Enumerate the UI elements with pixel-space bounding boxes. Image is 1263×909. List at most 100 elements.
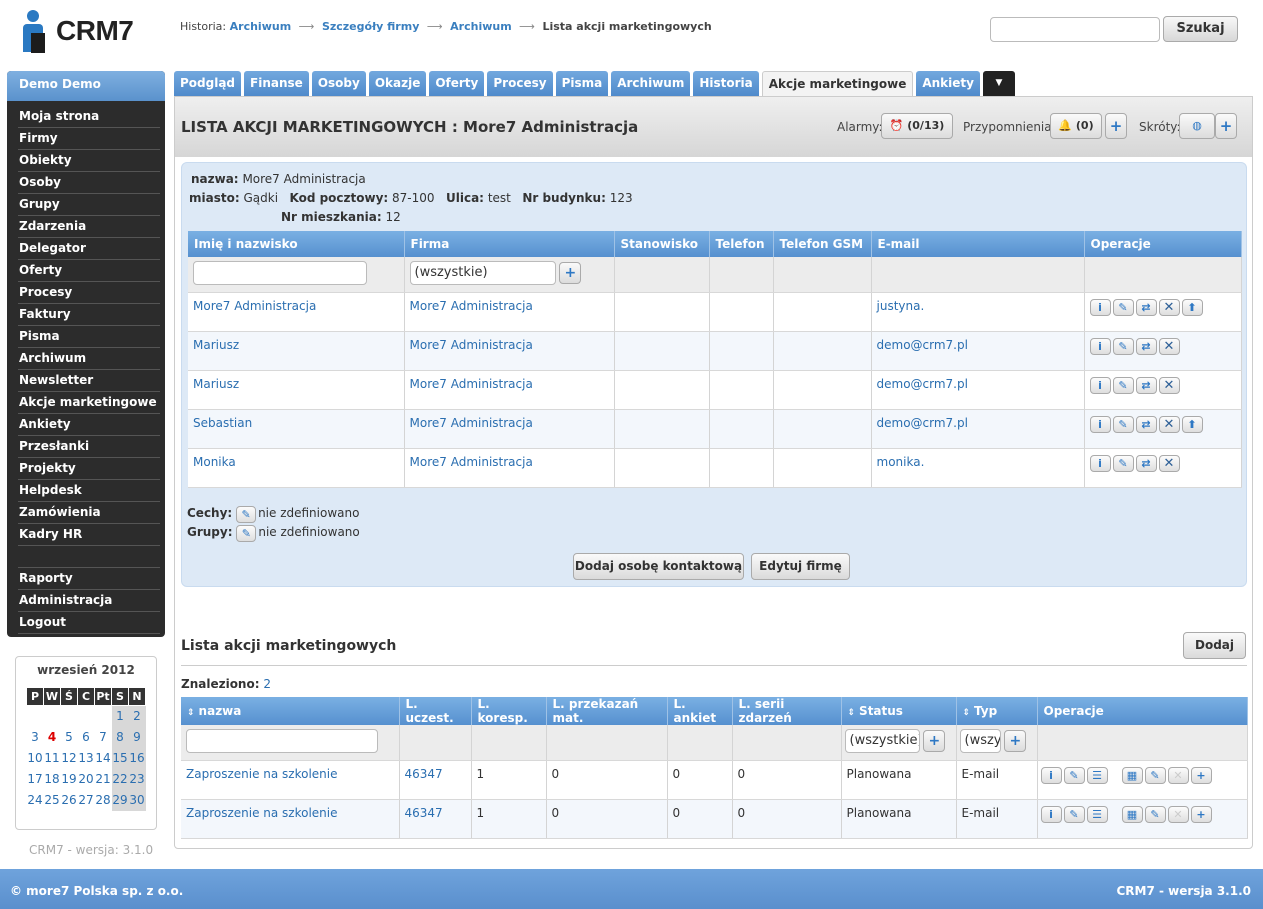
participants-link[interactable]: 46347 <box>405 767 443 781</box>
edit-groups-icon[interactable]: ✎ <box>236 525 257 542</box>
edit-icon[interactable]: ✎ <box>1112 415 1134 433</box>
sidebar-item[interactable]: Przesłanki <box>18 436 160 458</box>
column-header[interactable]: ⇕ Status <box>841 697 957 725</box>
calendar-day[interactable]: 28 <box>95 790 112 811</box>
calendar-day[interactable]: 17 <box>27 769 44 790</box>
sort-icon[interactable]: ⇕ <box>963 708 971 718</box>
sidebar-item[interactable]: Moja strona <box>18 106 160 128</box>
action-name-link[interactable]: Zaproszenie na szkolenie <box>186 806 338 820</box>
contact-email-link[interactable]: monika. <box>877 455 925 469</box>
edit-icon[interactable]: ✎ <box>1112 337 1134 355</box>
assign-user-icon[interactable]: ⬆ <box>1181 298 1203 316</box>
tab[interactable]: Akcje marketingowe <box>761 71 914 96</box>
sidebar-item[interactable]: Akcje marketingowe <box>18 392 160 414</box>
add-action-button[interactable]: Dodaj <box>1183 632 1246 659</box>
delete-icon[interactable]: ✕ <box>1158 454 1180 472</box>
calendar-day[interactable]: 25 <box>44 790 61 811</box>
sidebar-item[interactable]: Projekty <box>18 458 160 480</box>
contact-name-link[interactable]: More7 Administracja <box>193 299 316 313</box>
calendar-day[interactable]: 8 <box>111 726 129 748</box>
tab[interactable]: Finanse <box>244 71 309 96</box>
type-filter-select[interactable]: (wszy <box>959 729 1001 753</box>
column-header[interactable]: Operacje <box>1084 231 1242 257</box>
tab[interactable]: Archiwum <box>611 71 691 96</box>
calendar-day[interactable]: 22 <box>111 768 129 790</box>
sidebar-item[interactable]: Newsletter <box>18 370 160 392</box>
calendar-day[interactable]: 10 <box>27 748 44 769</box>
contact-company-link[interactable]: More7 Administracja <box>410 416 533 430</box>
list-icon[interactable]: ☰ <box>1086 766 1108 784</box>
edit-icon[interactable]: ✎ <box>1112 298 1134 316</box>
add-reminder-button[interactable]: + <box>1105 113 1127 139</box>
delete-icon[interactable]: ✕ <box>1158 376 1180 394</box>
add-type-filter-button[interactable]: + <box>1004 730 1027 752</box>
sidebar-item[interactable]: Delegator <box>18 238 160 260</box>
tab[interactable]: ▼ <box>982 71 1015 96</box>
contact-company-link[interactable]: More7 Administracja <box>410 299 533 313</box>
sidebar-item[interactable]: Raporty <box>18 568 160 590</box>
delete-icon[interactable]: ✕ <box>1158 298 1180 316</box>
column-header[interactable]: E-mail <box>871 231 1085 257</box>
list-icon[interactable]: ☰ <box>1086 805 1108 823</box>
edit-company-button[interactable]: Edytuj firmę <box>751 553 850 580</box>
column-header[interactable]: L. serii zdarzeń <box>732 697 842 725</box>
calendar-day[interactable]: 27 <box>78 790 95 811</box>
edit-icon[interactable]: ✎ <box>1112 376 1134 394</box>
delete-icon[interactable]: ✕ <box>1158 337 1180 355</box>
calendar-day[interactable]: 2 <box>128 705 146 727</box>
add-contact-button[interactable]: Dodaj osobę kontaktową <box>573 553 744 580</box>
edit-features-icon[interactable]: ✎ <box>236 506 257 523</box>
tab[interactable]: Ankiety <box>916 71 980 96</box>
calendar-day[interactable]: 18 <box>44 769 61 790</box>
sort-icon[interactable]: ⇕ <box>187 708 195 718</box>
column-header[interactable]: L. przekazań mat. <box>546 697 668 725</box>
name-filter-input[interactable] <box>193 261 367 285</box>
breadcrumb-link[interactable]: Archiwum <box>450 20 512 33</box>
sidebar-item[interactable]: Zdarzenia <box>18 216 160 238</box>
contact-email-link[interactable]: demo@crm7.pl <box>877 338 968 352</box>
participants-link[interactable]: 46347 <box>405 806 443 820</box>
column-header[interactable]: L. koresp. <box>471 697 547 725</box>
calendar-day[interactable]: 11 <box>44 748 61 769</box>
sidebar-item[interactable]: Logout <box>18 612 160 634</box>
info-icon[interactable]: i <box>1040 805 1062 823</box>
calendar-day[interactable]: 30 <box>128 789 146 811</box>
sort-icon[interactable]: ⇕ <box>848 708 856 718</box>
add-status-filter-button[interactable]: + <box>923 730 946 752</box>
edit-icon[interactable]: ✎ <box>1144 805 1166 823</box>
sidebar-item[interactable]: Pisma <box>18 326 160 348</box>
tab[interactable]: Osoby <box>311 71 366 96</box>
sidebar-item[interactable]: Procesy <box>18 282 160 304</box>
contact-company-link[interactable]: More7 Administracja <box>410 377 533 391</box>
tab[interactable]: Procesy <box>487 71 553 96</box>
calendar-day[interactable]: 12 <box>61 748 78 769</box>
reminders-button[interactable]: 🔔 (0) <box>1050 113 1102 139</box>
calendar-day[interactable]: 3 <box>27 727 44 748</box>
sidebar-user[interactable]: Demo Demo <box>7 71 165 101</box>
statistics-icon[interactable]: ▦ <box>1121 766 1143 784</box>
tab[interactable]: Pisma <box>555 71 609 96</box>
contact-company-link[interactable]: More7 Administracja <box>410 338 533 352</box>
sidebar-item[interactable]: Ankiety <box>18 414 160 436</box>
calendar-day[interactable]: 4 <box>44 727 61 748</box>
contact-company-link[interactable]: More7 Administracja <box>410 455 533 469</box>
sidebar-item[interactable]: Firmy <box>18 128 160 150</box>
column-header[interactable]: Telefon <box>709 231 774 257</box>
search-input[interactable] <box>990 17 1160 42</box>
tab[interactable]: Podgląd <box>174 71 242 96</box>
calendar-day[interactable]: 24 <box>27 790 44 811</box>
action-name-filter-input[interactable] <box>186 729 378 753</box>
sidebar-item[interactable]: Administracja <box>18 590 160 612</box>
info-icon[interactable]: i <box>1089 415 1111 433</box>
add-shortcut-button[interactable]: + <box>1215 113 1237 139</box>
info-icon[interactable]: i <box>1089 298 1111 316</box>
edit-icon[interactable]: ✎ <box>1063 805 1085 823</box>
column-header[interactable]: ⇕ nazwa <box>181 697 400 725</box>
column-header[interactable]: Imię i nazwisko <box>188 231 405 257</box>
breadcrumb-link[interactable]: Archiwum <box>230 20 292 33</box>
sidebar-item[interactable]: Obiekty <box>18 150 160 172</box>
add-firma-filter-button[interactable]: + <box>559 262 582 284</box>
calendar-day[interactable]: 26 <box>61 790 78 811</box>
status-filter-select[interactable]: (wszystkie) <box>844 729 920 753</box>
calendar-day[interactable]: 1 <box>111 705 129 727</box>
